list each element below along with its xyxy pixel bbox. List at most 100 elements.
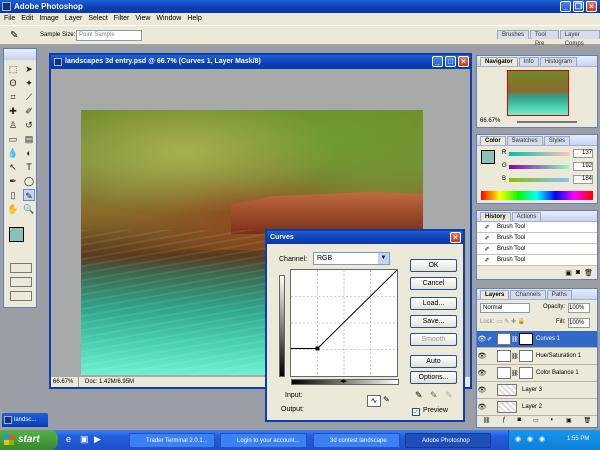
cancel-button[interactable]: Cancel [410, 277, 457, 290]
fill-value[interactable]: 100% [568, 318, 590, 328]
black-point-eyedropper-icon[interactable]: ✎ [415, 390, 423, 401]
b-slider[interactable] [509, 178, 569, 182]
eraser-tool-icon[interactable]: ▭ [7, 133, 19, 145]
clone-stamp-icon[interactable]: ♙ [7, 119, 19, 131]
gray-point-eyedropper-icon[interactable]: ✎ [430, 390, 438, 401]
save-button[interactable]: Save... [410, 315, 457, 328]
menu-view[interactable]: View [135, 13, 150, 25]
white-point-eyedropper-icon[interactable]: ✎ [445, 390, 453, 401]
new-layer-icon[interactable]: ▣ [566, 417, 572, 427]
layer-row[interactable]: 👁 Layer 3 [477, 382, 597, 399]
quicklaunch-media-icon[interactable]: ▶ [94, 434, 101, 445]
tab-color[interactable]: Color [480, 136, 506, 145]
opacity-value[interactable]: 100% [568, 303, 590, 313]
curves-close-icon[interactable]: × [450, 232, 461, 243]
preview-checkbox[interactable]: ✓ [412, 408, 420, 416]
color-foreground-swatch[interactable] [481, 150, 495, 164]
history-item[interactable]: ✐ Brush Tool [477, 244, 597, 255]
navigator-zoom-slider[interactable] [517, 121, 577, 123]
magic-wand-icon[interactable]: ✦ [23, 77, 35, 89]
tab-history[interactable]: History [480, 212, 511, 221]
screen-mode-icon[interactable] [10, 277, 32, 287]
curves-title-bar[interactable]: Curves × [267, 231, 463, 244]
document-title-bar[interactable]: landscapes 3d entry.psd @ 66.7% (Curves … [51, 55, 470, 69]
channel-select[interactable]: RGB ▼ [313, 252, 390, 265]
layer-row[interactable]: 👁 ⛓ Hue/Saturation 1 [477, 348, 597, 365]
layer-row[interactable]: 👁 Layer 2 [477, 399, 597, 416]
options-button[interactable]: Options... [410, 371, 457, 384]
snapshot-icon[interactable]: ◙ [576, 269, 580, 279]
tray-icon[interactable]: ◉ [527, 435, 533, 443]
menu-layer[interactable]: Layer [65, 13, 83, 25]
navigator-zoom[interactable]: 66.67% [480, 118, 500, 124]
eye-icon[interactable]: 👁 [477, 369, 487, 377]
hand-tool-icon[interactable]: ✋ [7, 203, 19, 215]
tab-styles[interactable]: Styles [543, 136, 571, 145]
lasso-tool-icon[interactable]: ʘ [7, 77, 19, 89]
foreground-color-swatch[interactable] [9, 227, 24, 242]
menu-help[interactable]: Help [187, 13, 201, 25]
eyedropper-icon[interactable]: ✎ [10, 30, 18, 41]
healing-brush-icon[interactable]: ✚ [7, 105, 19, 117]
slice-tool-icon[interactable]: ⟋ [23, 91, 35, 103]
minimized-document[interactable]: landsc... [2, 413, 48, 427]
tab-navigator[interactable]: Navigator [480, 57, 518, 66]
zoom-level[interactable]: 66.67% [51, 377, 79, 387]
lock-icons[interactable]: ▭ ✎ ✚ 🔒 [497, 318, 525, 325]
task-contest-folder[interactable]: 3d contest landscape [313, 433, 400, 448]
history-brush-icon[interactable]: ↺ [23, 119, 35, 131]
layer-row[interactable]: 👁 ⛓ Color Balance 1 [477, 365, 597, 382]
g-slider[interactable] [509, 165, 569, 169]
history-item[interactable]: ✐ Brush Tool [477, 222, 597, 233]
task-login[interactable]: Login to your account... [220, 433, 307, 448]
history-item[interactable]: ✐ Brush Tool [477, 233, 597, 244]
jump-to-imageready-icon[interactable] [10, 291, 32, 301]
start-button[interactable]: start [0, 430, 58, 450]
eyedropper-tool-icon[interactable]: ✎ [23, 189, 35, 201]
task-photoshop[interactable]: Adobe Photoshop [405, 433, 491, 448]
color-spectrum-ramp[interactable] [481, 191, 593, 200]
new-document-from-state-icon[interactable]: ▣ [565, 269, 572, 279]
quicklaunch-ie-icon[interactable]: e [66, 434, 71, 444]
navigator-thumbnail[interactable] [507, 70, 569, 116]
link-layers-icon[interactable]: ⛓ [483, 417, 491, 427]
dodge-tool-icon[interactable]: ◐ [23, 147, 35, 159]
zoom-tool-icon[interactable]: 🔍 [23, 203, 35, 215]
sample-size-select[interactable]: Point Sample [76, 30, 142, 41]
tab-info[interactable]: Info [518, 57, 539, 66]
eye-icon[interactable]: 👁 [477, 386, 487, 394]
pen-tool-icon[interactable]: ✒ [7, 175, 19, 187]
menu-edit[interactable]: Edit [21, 13, 33, 25]
tray-icon[interactable]: ◉ [515, 435, 521, 443]
menu-window[interactable]: Window [156, 13, 181, 25]
pencil-mode-icon[interactable]: ✎ [383, 395, 395, 407]
blend-mode-select[interactable]: Normal [480, 303, 530, 313]
tab-layers[interactable]: Layers [480, 290, 510, 299]
ok-button[interactable]: OK [410, 259, 457, 272]
restore-icon[interactable]: ❐ [573, 1, 584, 12]
minimize-icon[interactable]: _ [560, 1, 571, 12]
quick-mask-icon[interactable] [10, 263, 32, 273]
tab-swatches[interactable]: Swatches [506, 136, 543, 145]
well-tab-brushes[interactable]: Brushes [497, 30, 530, 39]
doc-close-icon[interactable]: × [458, 56, 469, 67]
tab-paths[interactable]: Paths [546, 290, 573, 299]
eye-icon[interactable]: 👁 [477, 403, 487, 411]
auto-button[interactable]: Auto [410, 355, 457, 368]
task-trader-terminal[interactable]: Trader Terminal 2.0.1... [129, 433, 215, 448]
history-item[interactable]: ✐ Brush Tool [477, 255, 597, 266]
well-tab-layer-comps[interactable]: Layer Comps [559, 30, 600, 47]
path-selection-icon[interactable]: ↖ [7, 161, 19, 173]
brush-tool-icon[interactable]: ✐ [23, 105, 35, 117]
menu-image[interactable]: Image [39, 13, 58, 25]
layer-row[interactable]: 👁 ✐ ⛓ Curves 1 [477, 331, 597, 348]
b-value[interactable]: 184 [573, 175, 593, 184]
add-mask-icon[interactable]: ◙ [518, 417, 522, 427]
well-tab-tool-presets[interactable]: Tool Pre [530, 30, 559, 47]
doc-minimize-icon[interactable]: _ [432, 56, 443, 67]
shape-tool-icon[interactable]: ◯ [23, 175, 35, 187]
new-set-icon[interactable]: ▭ [533, 417, 539, 427]
new-adjustment-icon[interactable]: ◐ [550, 417, 554, 427]
layer-style-icon[interactable]: ƒ [502, 417, 505, 427]
blur-tool-icon[interactable]: 💧 [7, 147, 19, 159]
